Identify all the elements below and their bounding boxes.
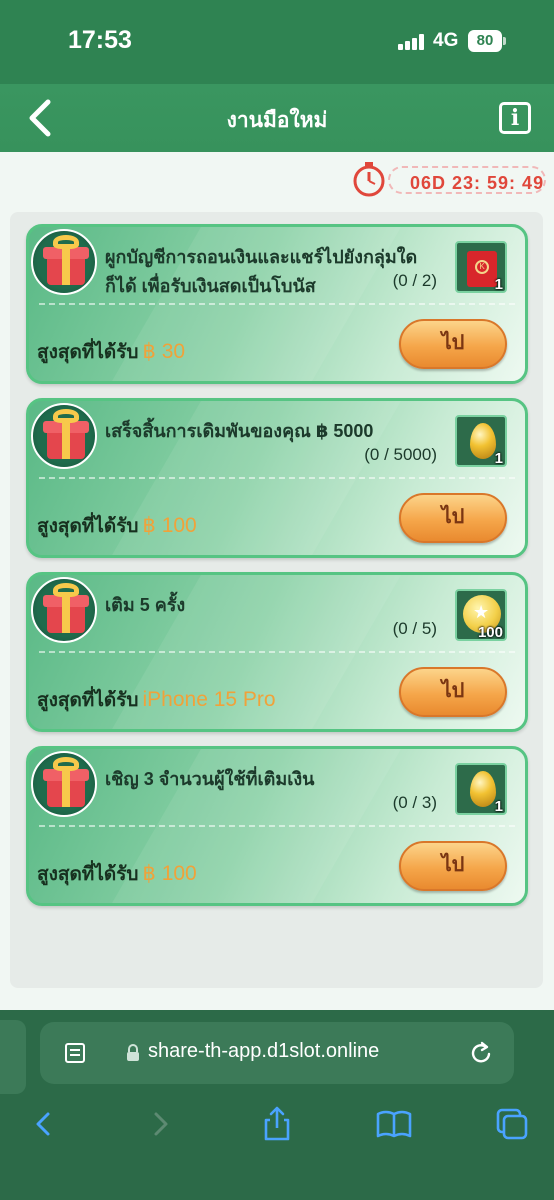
url-text: share-th-app.d1slot.online <box>148 1040 380 1062</box>
page-title: งานมือใหม่ <box>226 109 328 132</box>
reward-amount: ฿ 30 <box>142 340 186 363</box>
stopwatch-icon <box>353 162 385 197</box>
reload-icon[interactable] <box>470 1040 494 1066</box>
status-bar: 17:53 4G 80 <box>0 0 554 84</box>
countdown-timer: 06D 23: 59: 49 <box>350 160 548 197</box>
signal-icon <box>398 34 426 50</box>
go-button[interactable]: ไป <box>399 493 507 543</box>
page-menu-icon[interactable] <box>64 1042 86 1064</box>
divider <box>39 825 515 827</box>
max-reward: สูงสุดที่ได้รับ฿ 100 <box>37 859 197 889</box>
golden-egg-icon <box>470 771 496 807</box>
go-button[interactable]: ไป <box>399 841 507 891</box>
golden-egg-icon <box>470 423 496 459</box>
max-reward-label: สูงสุดที่ได้รับ <box>37 342 139 363</box>
task-card: เชิญ 3 จำนวนผู้ใช้ที่เติมเงิน (0 / 3) 1 … <box>26 746 528 906</box>
max-reward-label: สูงสุดที่ได้รับ <box>37 690 139 711</box>
reward-count: 1 <box>494 276 503 293</box>
task-progress: (0 / 2) <box>392 271 437 290</box>
reward-item: 1 <box>455 763 507 815</box>
go-button[interactable]: ไป <box>399 667 507 717</box>
task-card: ผูกบัญชีการถอนเงินและแชร์ไปยังกลุ่มใดก็ไ… <box>26 224 528 384</box>
reward-item: 100 <box>455 589 507 641</box>
browser-forward-icon[interactable] <box>140 1104 180 1144</box>
reward-amount: iPhone 15 Pro <box>142 688 276 711</box>
status-time: 17:53 <box>68 26 132 54</box>
max-reward-label: สูงสุดที่ได้รับ <box>37 516 139 537</box>
max-reward: สูงสุดที่ได้รับ฿ 100 <box>37 511 197 541</box>
previous-tab[interactable] <box>0 1020 26 1094</box>
tabs-icon[interactable] <box>492 1104 532 1144</box>
reward-count: 100 <box>477 624 503 641</box>
task-card: เติม 5 ครั้ง (0 / 5) 100 สูงสุดที่ได้รับ… <box>26 572 528 732</box>
task-progress: (0 / 5000) <box>364 445 437 464</box>
battery-tip <box>503 37 506 45</box>
reward-item: 1 <box>455 415 507 467</box>
gift-icon <box>31 229 97 295</box>
battery-icon: 80 <box>468 30 502 52</box>
gift-icon <box>31 751 97 817</box>
info-button[interactable]: i <box>499 102 531 134</box>
browser-toolbar: share-th-app.d1slot.online <box>0 1010 554 1200</box>
go-button[interactable]: ไป <box>399 319 507 369</box>
app-header: งานมือใหม่ i <box>0 84 554 152</box>
address-bar[interactable]: share-th-app.d1slot.online <box>40 1022 514 1084</box>
gift-icon <box>31 577 97 643</box>
max-reward-label: สูงสุดที่ได้รับ <box>37 864 139 885</box>
bookmarks-icon[interactable] <box>374 1104 414 1144</box>
task-description: เสร็จสิ้นการเดิมพันของคุณ ฿ 5000 <box>105 421 374 441</box>
reward-count: 1 <box>494 798 503 815</box>
task-description: เชิญ 3 จำนวนผู้ใช้ที่เติมเงิน <box>105 769 315 789</box>
reward-amount: ฿ 100 <box>142 862 197 885</box>
network-type: 4G <box>433 30 459 51</box>
divider <box>39 303 515 305</box>
main-content: 06D 23: 59: 49 ผูกบัญชีการถอนเงินและแชร์… <box>0 152 554 1010</box>
red-envelope-icon: K <box>467 251 497 287</box>
divider <box>39 651 515 653</box>
task-progress: (0 / 5) <box>392 619 437 638</box>
task-description: เติม 5 ครั้ง <box>105 595 186 615</box>
divider <box>39 477 515 479</box>
lock-icon <box>127 1044 139 1061</box>
task-progress: (0 / 3) <box>392 793 437 812</box>
reward-count: 1 <box>494 450 503 467</box>
reward-amount: ฿ 100 <box>142 514 197 537</box>
task-card: เสร็จสิ้นการเดิมพันของคุณ ฿ 5000 (0 / 50… <box>26 398 528 558</box>
timer-text: 06D 23: 59: 49 <box>410 173 545 193</box>
share-icon[interactable] <box>257 1104 297 1144</box>
max-reward: สูงสุดที่ได้รับ iPhone 15 Pro <box>37 685 276 715</box>
gift-icon <box>31 403 97 469</box>
max-reward: สูงสุดที่ได้รับ฿ 30 <box>37 337 185 367</box>
browser-back-icon[interactable] <box>24 1104 64 1144</box>
reward-item: K 1 <box>455 241 507 293</box>
